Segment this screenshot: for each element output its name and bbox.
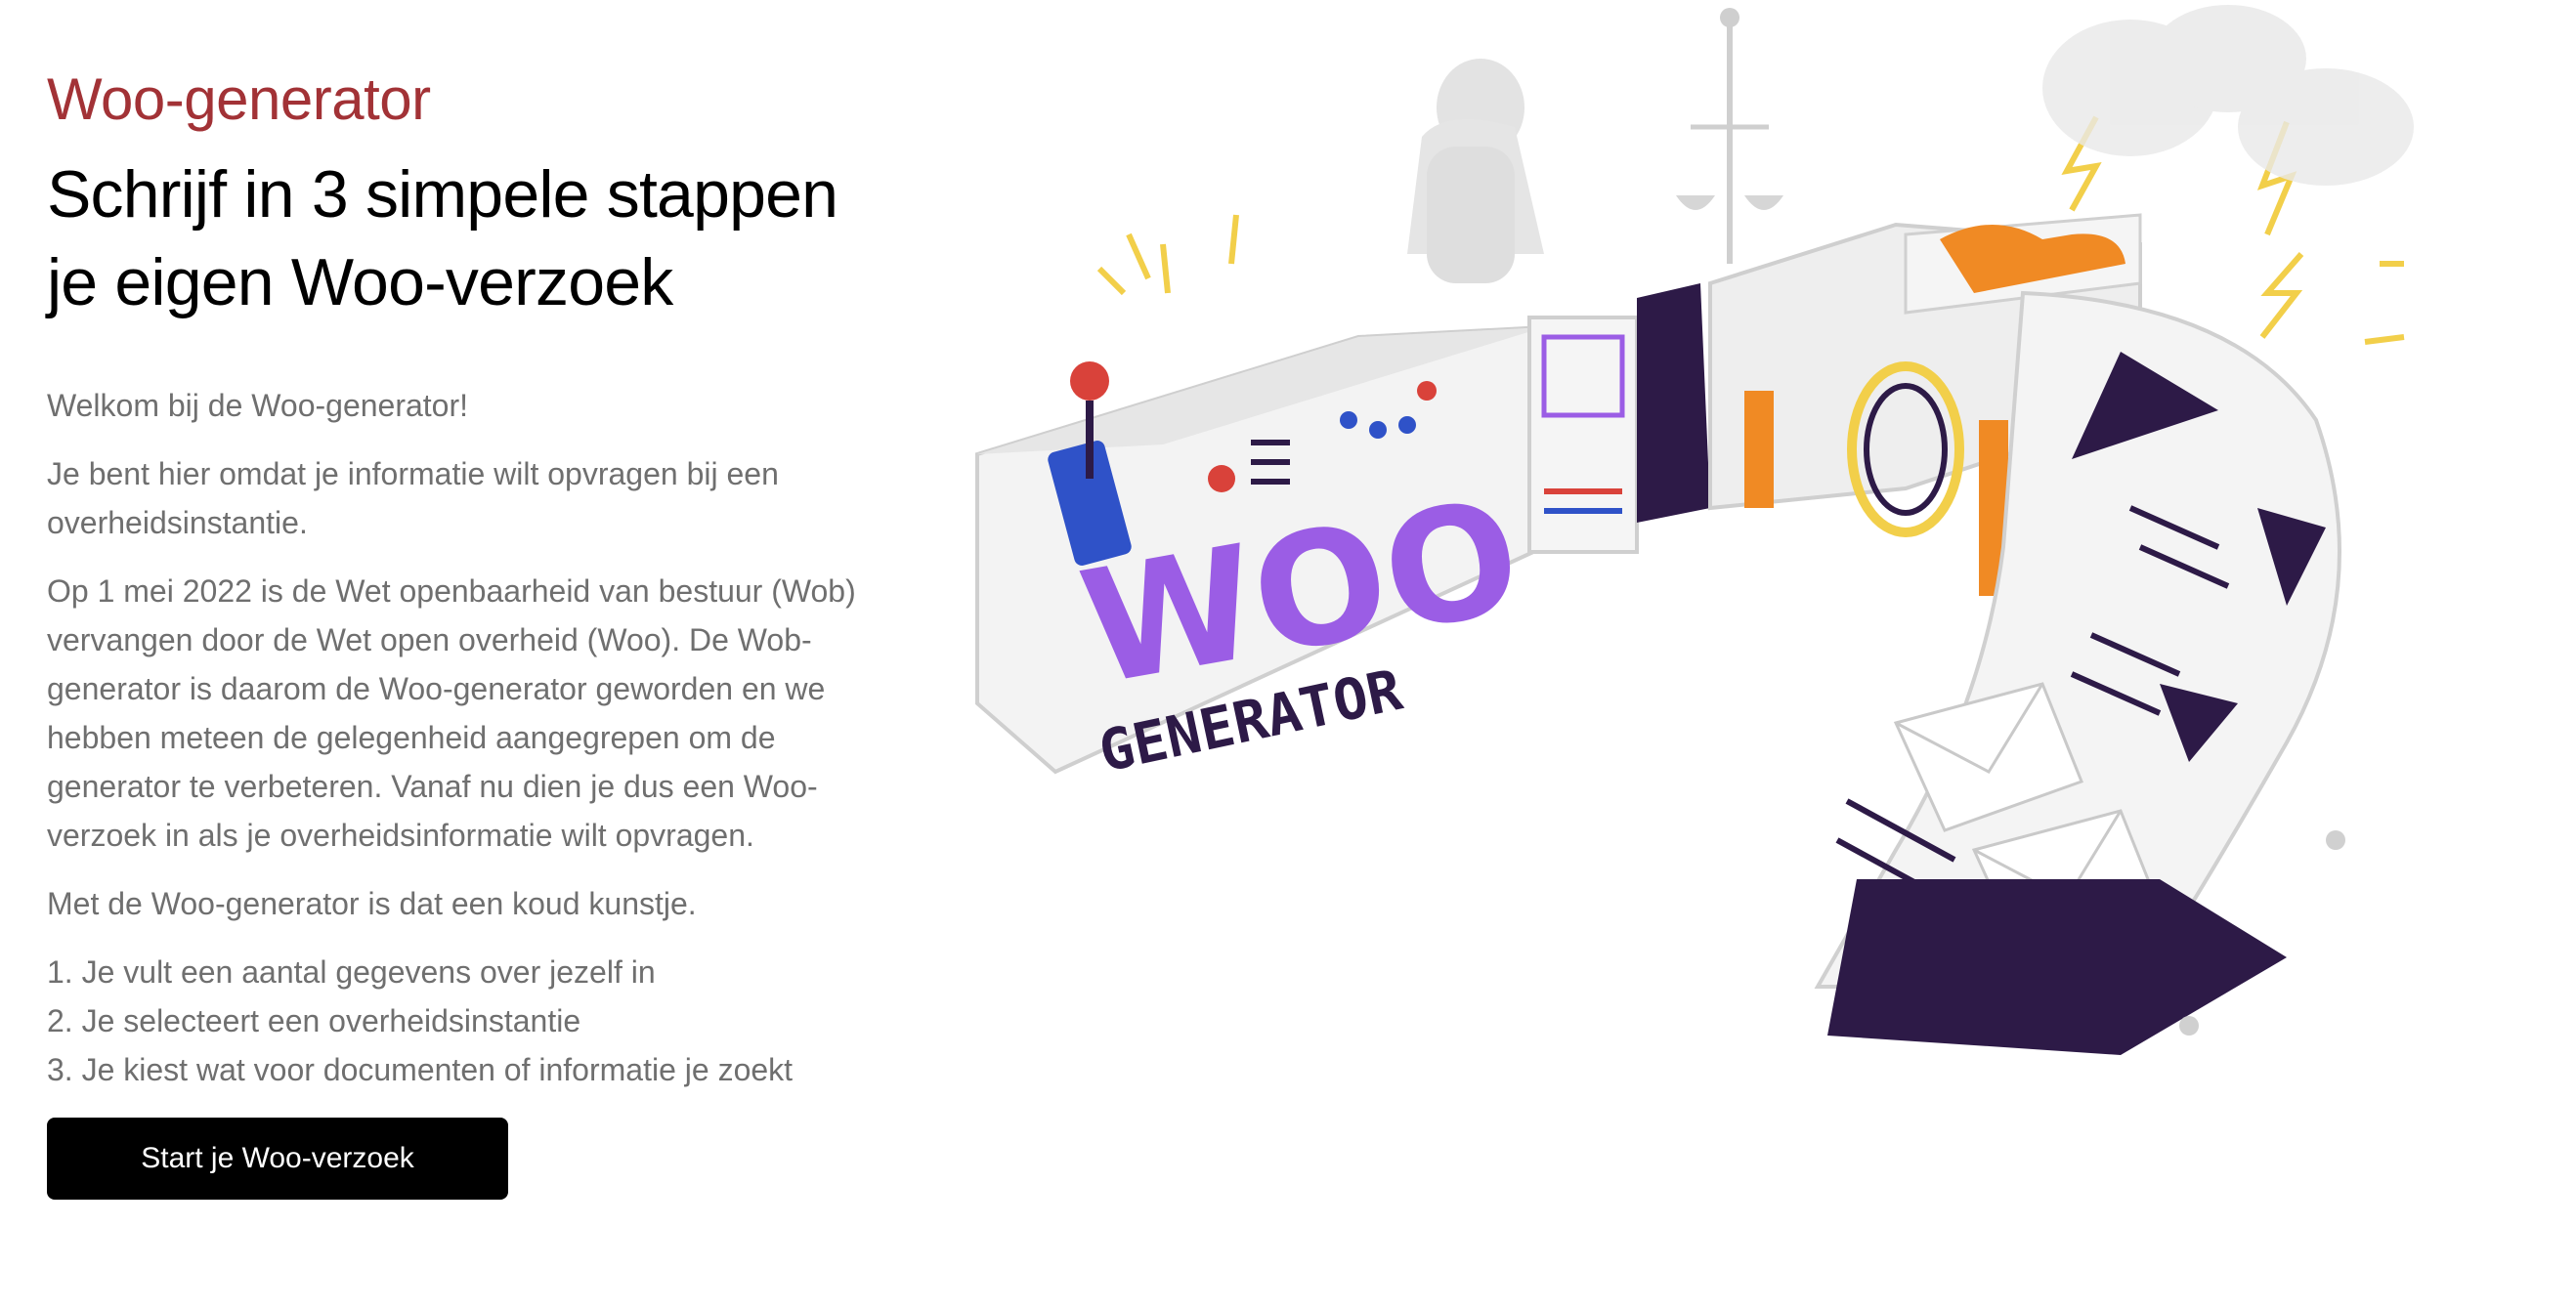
page-title: Schrijf in 3 simpele stappen je eigen Wo… xyxy=(47,150,868,326)
step-item-3: 3. Je kiest wat voor documenten of infor… xyxy=(47,1052,794,1087)
woo-generator-illustration: WOO GENERATOR xyxy=(975,5,2414,1055)
law-change-paragraph: Op 1 mei 2022 is de Wet openbaarheid van… xyxy=(47,573,856,853)
steps-list: 1. Je vult een aantal gegevens over jeze… xyxy=(47,948,868,1094)
lady-justice-figure xyxy=(1407,8,1783,283)
step-item-2: 2. Je selecteert een overheidsinstantie xyxy=(47,1003,581,1038)
start-request-button[interactable]: Start je Woo-verzoek xyxy=(47,1118,508,1200)
control-console: WOO GENERATOR xyxy=(975,324,1546,785)
intro-text: Welkom bij de Woo-generator! Je bent hie… xyxy=(47,381,868,928)
screen-module xyxy=(1527,316,1639,554)
step-item-1: 1. Je vult een aantal gegevens over jeze… xyxy=(47,954,656,990)
smoke-cloud xyxy=(2042,5,2414,186)
page: Woo-generator Schrijf in 3 simpele stapp… xyxy=(0,0,2576,1311)
page-title-line-1: Schrijf in 3 simpele stappen xyxy=(47,157,838,232)
reason-paragraph: Je bent hier omdat je informatie wilt op… xyxy=(47,456,779,540)
intro-column: Woo-generator Schrijf in 3 simpele stapp… xyxy=(47,61,868,1200)
easy-paragraph: Met de Woo-generator is dat een koud kun… xyxy=(47,886,697,921)
welcome-paragraph: Welkom bij de Woo-generator! xyxy=(47,388,469,423)
brand-title: Woo-generator xyxy=(47,66,431,132)
output-tray xyxy=(1827,879,2287,1055)
page-title-line-2: je eigen Woo-verzoek xyxy=(47,245,673,319)
connector-block xyxy=(1637,283,1710,523)
